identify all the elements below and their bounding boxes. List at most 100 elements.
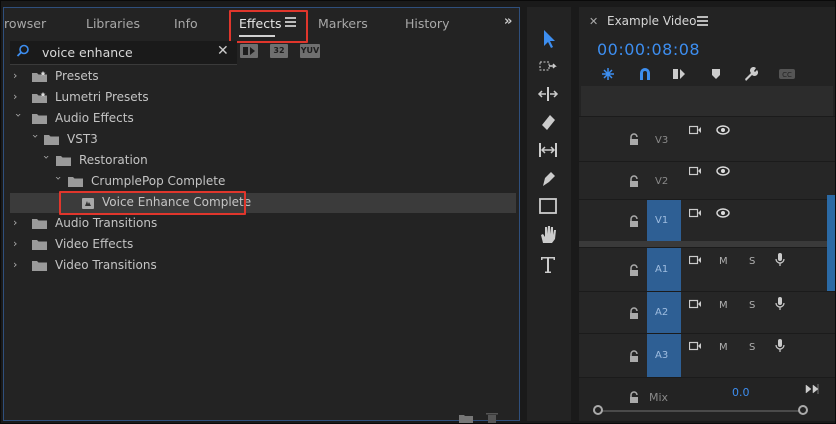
tree-item-label: VST3 (67, 132, 98, 146)
track-label[interactable]: V2 (647, 176, 681, 187)
new-bin-icon[interactable] (459, 413, 473, 423)
microphone-icon[interactable] (775, 339, 785, 353)
toggle-sync-icon[interactable] (689, 299, 702, 309)
tab-markers[interactable]: Markers (318, 16, 368, 31)
chevron-down-icon[interactable]: › (28, 134, 42, 144)
folder-icon (32, 261, 47, 271)
razor-tool-icon[interactable] (535, 111, 561, 133)
panel-overflow-icon[interactable]: » (504, 14, 512, 29)
rectangle-tool-icon[interactable] (535, 195, 561, 217)
lock-icon[interactable] (629, 391, 639, 403)
toggle-sync-icon[interactable] (689, 341, 702, 351)
tab-media-browser[interactable]: rowser (4, 16, 46, 31)
toggle-sync-icon[interactable] (689, 255, 702, 265)
chevron-down-icon[interactable]: › (11, 113, 25, 123)
track-mix: Mix (579, 377, 835, 407)
clear-search-icon[interactable]: ✕ (217, 43, 229, 59)
scroll-handle-right[interactable] (798, 405, 808, 415)
chevron-right-icon[interactable]: › (13, 237, 23, 251)
tree-item-label: Audio Effects (55, 111, 134, 125)
add-marker-icon[interactable] (710, 67, 722, 81)
snap-magnet-icon[interactable] (638, 67, 652, 81)
track-target-v1[interactable]: V1 (647, 200, 681, 242)
captions-icon[interactable]: CC (778, 67, 796, 81)
chevron-right-icon[interactable]: › (13, 258, 23, 272)
lock-icon[interactable] (629, 307, 639, 319)
svg-text:CC: CC (782, 71, 792, 79)
tab-history[interactable]: History (405, 16, 449, 31)
time-ruler[interactable] (581, 86, 833, 116)
search-input[interactable] (42, 45, 212, 60)
go-to-end-icon[interactable] (805, 384, 819, 394)
selection-tool-icon[interactable] (535, 27, 561, 49)
microphone-icon[interactable] (775, 253, 785, 267)
timeline-panel: ✕ Example Video 00:00:08:08 CC V3 V2 V1 (579, 7, 835, 421)
lock-icon[interactable] (629, 215, 639, 227)
track-target-a1[interactable]: A1 (647, 248, 681, 292)
type-tool-icon[interactable] (535, 253, 561, 275)
chevron-down-icon[interactable]: › (39, 155, 53, 165)
chevron-right-icon[interactable]: › (13, 69, 23, 83)
folder-icon (32, 240, 47, 250)
clip-edge (827, 195, 835, 291)
track-a1: A1 M S (579, 247, 835, 292)
solo-button[interactable]: S (749, 300, 755, 311)
eye-icon[interactable] (716, 125, 730, 135)
toggle-sync-icon[interactable] (689, 125, 702, 135)
tree-item-crumplepop-complete[interactable]: › CrumplePop Complete (10, 172, 516, 192)
accelerated-effects-filter-icon[interactable] (240, 44, 258, 58)
tree-item-lumetri-presets[interactable]: › Lumetri Presets (10, 88, 516, 108)
chevron-down-icon[interactable]: › (51, 176, 65, 186)
solo-button[interactable]: S (749, 256, 755, 267)
track-target-a3[interactable]: A3 (647, 334, 681, 378)
mute-button[interactable]: M (719, 342, 728, 353)
horizontal-zoom-scrollbar[interactable] (593, 410, 807, 412)
mix-volume-value[interactable]: 0.0 (732, 386, 750, 399)
eye-icon[interactable] (716, 208, 730, 218)
tree-item-video-effects[interactable]: › Video Effects (10, 235, 516, 255)
sequence-menu-icon[interactable] (697, 16, 708, 26)
tab-libraries[interactable]: Libraries (86, 16, 140, 31)
mute-button[interactable]: M (719, 300, 728, 311)
tree-item-presets[interactable]: › Presets (10, 67, 516, 87)
chevron-right-icon[interactable]: › (13, 216, 23, 230)
timeline-settings-wrench-icon[interactable] (743, 67, 758, 81)
search-icon (16, 44, 29, 57)
tools-panel (527, 7, 571, 421)
lock-icon[interactable] (629, 133, 639, 145)
lock-icon[interactable] (629, 264, 639, 276)
sequence-tab-title[interactable]: Example Video (607, 14, 697, 28)
nest-icon[interactable] (601, 67, 615, 81)
tree-item-vst3[interactable]: › VST3 (10, 130, 516, 150)
slip-tool-icon[interactable] (535, 139, 561, 161)
track-select-tool-icon[interactable] (535, 55, 561, 77)
tree-item-audio-effects[interactable]: › Audio Effects (10, 109, 516, 129)
mute-button[interactable]: M (719, 256, 728, 267)
trash-icon[interactable] (486, 412, 498, 423)
microphone-icon[interactable] (775, 297, 785, 311)
lock-icon[interactable] (629, 175, 639, 187)
tree-item-audio-transitions[interactable]: › Audio Transitions (10, 214, 516, 234)
solo-button[interactable]: S (749, 342, 755, 353)
tree-item-label: CrumplePop Complete (91, 174, 226, 188)
tree-item-video-transitions[interactable]: › Video Transitions (10, 256, 516, 276)
chevron-right-icon[interactable]: › (13, 90, 23, 104)
track-target-a2[interactable]: A2 (647, 292, 681, 334)
32-bit-filter-icon[interactable]: 32 (270, 44, 288, 58)
hand-tool-icon[interactable] (535, 223, 561, 245)
linked-selection-icon[interactable] (672, 67, 686, 81)
tree-item-restoration[interactable]: › Restoration (10, 151, 516, 171)
tab-info[interactable]: Info (174, 16, 198, 31)
lock-icon[interactable] (629, 350, 639, 362)
eye-icon[interactable] (716, 166, 730, 176)
track-label[interactable]: V3 (647, 135, 681, 146)
close-sequence-icon[interactable]: ✕ (589, 15, 598, 28)
toggle-sync-icon[interactable] (689, 166, 702, 176)
yuv-filter-icon[interactable]: YUV (300, 44, 320, 58)
pen-tool-icon[interactable] (535, 167, 561, 189)
playhead-timecode[interactable]: 00:00:08:08 (597, 40, 700, 59)
toggle-sync-icon[interactable] (689, 208, 702, 218)
ripple-edit-tool-icon[interactable] (535, 83, 561, 105)
track-v2: V2 (579, 161, 835, 199)
scroll-handle-left[interactable] (593, 405, 603, 415)
